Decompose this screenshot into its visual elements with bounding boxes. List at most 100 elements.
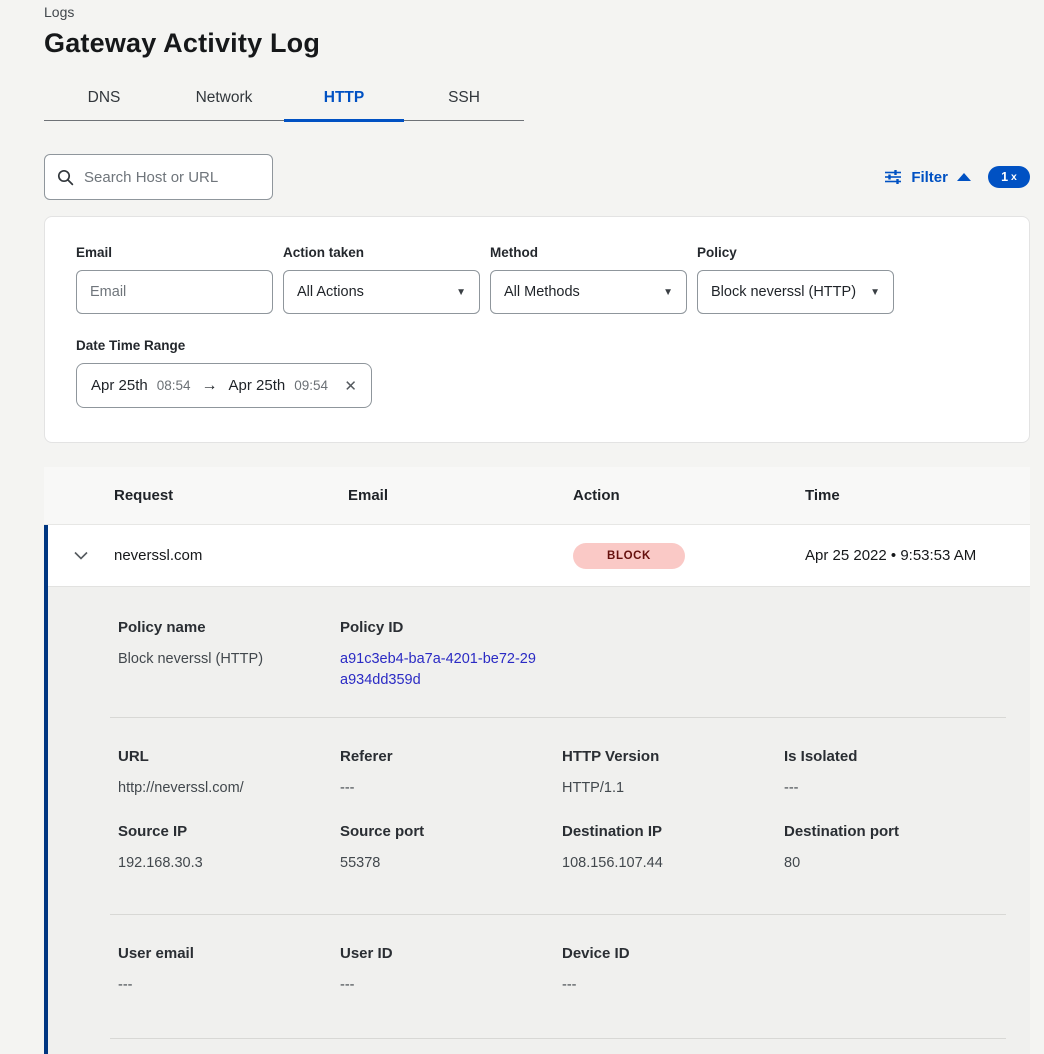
block-status-badge: BLOCK [573, 543, 685, 569]
user-id-value: --- [340, 975, 562, 996]
policy-filter-field: Policy Block neverssl (HTTP) ▼ [697, 245, 894, 314]
column-header-email: Email [348, 487, 573, 504]
expanded-log-entry: neverssl.com BLOCK Apr 25 2022 • 9:53:53… [44, 525, 1030, 1054]
http-version-value: HTTP/1.1 [562, 778, 784, 799]
clear-filters-icon[interactable]: x [1011, 171, 1017, 183]
device-id-cell: Device ID --- [562, 945, 784, 996]
destination-ip-value: 108.156.107.44 [562, 853, 784, 874]
url-value: http://neverssl.com/ [118, 778, 340, 799]
destination-port-label: Destination port [784, 823, 1006, 840]
source-ip-cell: Source IP 192.168.30.3 [118, 823, 340, 874]
user-section: User email --- User ID --- Device ID --- [118, 915, 1006, 1038]
policy-name-cell: Policy name Block neverssl (HTTP) [118, 619, 340, 691]
chevron-down-icon [74, 551, 88, 560]
source-port-value: 55378 [340, 853, 562, 874]
email-filter-field: Email [76, 245, 273, 314]
range-arrow-icon: → [200, 377, 220, 395]
policy-filter-value: Block neverssl (HTTP) [711, 284, 856, 300]
source-ip-value: 192.168.30.3 [118, 853, 340, 874]
destination-port-value: 80 [784, 853, 1006, 874]
page-title: Gateway Activity Log [44, 28, 1030, 59]
email-filter-label: Email [76, 245, 273, 260]
row-action: BLOCK [573, 543, 805, 569]
action-filter-select[interactable]: All Actions ▼ [283, 270, 480, 314]
source-port-cell: Source port 55378 [340, 823, 562, 874]
search-icon [57, 169, 74, 186]
http-version-cell: HTTP Version HTTP/1.1 [562, 748, 784, 799]
destination-port-cell: Destination port 80 [784, 823, 1006, 874]
tab-dns[interactable]: DNS [44, 81, 164, 120]
row-expand-toggle[interactable] [48, 551, 114, 560]
policy-filter-label: Policy [697, 245, 894, 260]
url-label: URL [118, 748, 340, 765]
method-filter-field: Method All Methods ▼ [490, 245, 687, 314]
start-date: Apr 25th [91, 377, 148, 394]
toolbar: Filter 1 x [44, 154, 1030, 200]
referer-value: --- [340, 778, 562, 799]
column-header-action: Action [573, 487, 805, 504]
is-isolated-value: --- [784, 778, 1006, 799]
policy-id-link[interactable]: a91c3eb4-ba7a-4201-be72-29a934dd359d [340, 649, 536, 691]
clear-date-range-icon[interactable]: ✕ [344, 377, 357, 395]
policy-name-value: Block neverssl (HTTP) [118, 649, 340, 670]
is-isolated-label: Is Isolated [784, 748, 1006, 765]
referer-label: Referer [340, 748, 562, 765]
policy-section: Policy name Block neverssl (HTTP) Policy… [118, 619, 1006, 717]
policy-filter-select[interactable]: Block neverssl (HTTP) ▼ [697, 270, 894, 314]
http-section: URL http://neverssl.com/ Referer --- HTT… [118, 718, 1006, 914]
log-type-tabs: DNS Network HTTP SSH [44, 81, 524, 121]
end-time: 09:54 [294, 378, 328, 393]
breadcrumb[interactable]: Logs [44, 0, 1030, 20]
url-cell: URL http://neverssl.com/ [118, 748, 340, 799]
source-port-label: Source port [340, 823, 562, 840]
column-header-time: Time [805, 487, 1030, 504]
log-entry-details: Policy name Block neverssl (HTTP) Policy… [48, 587, 1030, 1054]
date-range-label: Date Time Range [76, 338, 999, 353]
search-box[interactable] [44, 154, 273, 200]
activity-log-table: Request Email Action Time neverssl.com B… [44, 467, 1030, 1054]
tab-ssh[interactable]: SSH [404, 81, 524, 120]
user-email-label: User email [118, 945, 340, 962]
filter-panel: Email Action taken All Actions ▼ Method … [44, 216, 1030, 443]
chevron-down-icon: ▼ [870, 287, 880, 298]
email-filter-input[interactable] [76, 270, 273, 314]
search-input[interactable] [84, 169, 260, 186]
active-filter-count-badge[interactable]: 1 x [988, 166, 1030, 188]
row-request: neverssl.com [114, 547, 348, 564]
action-filter-value: All Actions [297, 284, 364, 300]
http-version-label: HTTP Version [562, 748, 784, 765]
filter-sliders-icon [884, 169, 902, 185]
action-filter-label: Action taken [283, 245, 480, 260]
method-filter-select[interactable]: All Methods ▼ [490, 270, 687, 314]
chevron-down-icon: ▼ [456, 287, 466, 298]
user-id-label: User ID [340, 945, 562, 962]
is-isolated-cell: Is Isolated --- [784, 748, 1006, 799]
table-row[interactable]: neverssl.com BLOCK Apr 25 2022 • 9:53:53… [48, 525, 1030, 587]
filter-label: Filter [911, 169, 948, 186]
referer-cell: Referer --- [340, 748, 562, 799]
method-filter-value: All Methods [504, 284, 580, 300]
tab-network[interactable]: Network [164, 81, 284, 120]
date-range-picker[interactable]: Apr 25th 08:54 → Apr 25th 09:54 ✕ [76, 363, 372, 408]
destination-ip-cell: Destination IP 108.156.107.44 [562, 823, 784, 874]
start-time: 08:54 [157, 378, 191, 393]
filter-toggle[interactable]: Filter 1 x [884, 166, 1030, 188]
row-time: Apr 25 2022 • 9:53:53 AM [805, 547, 1030, 564]
device-id-label: Device ID [562, 945, 784, 962]
gateway-activity-log-page: Logs Gateway Activity Log DNS Network HT… [0, 0, 1044, 1054]
tab-http[interactable]: HTTP [284, 81, 404, 120]
policy-id-cell: Policy ID a91c3eb4-ba7a-4201-be72-29a934… [340, 619, 562, 691]
end-date: Apr 25th [229, 377, 286, 394]
filter-count: 1 [1001, 170, 1008, 184]
collapse-caret-icon [957, 173, 971, 181]
column-header-request: Request [114, 487, 348, 504]
table-header: Request Email Action Time [44, 467, 1030, 525]
action-filter-field: Action taken All Actions ▼ [283, 245, 480, 314]
method-filter-label: Method [490, 245, 687, 260]
user-id-cell: User ID --- [340, 945, 562, 996]
policy-name-label: Policy name [118, 619, 340, 636]
source-ip-label: Source IP [118, 823, 340, 840]
user-email-value: --- [118, 975, 340, 996]
device-id-value: --- [562, 975, 784, 996]
radar-link-row: View domain details in Radar → [110, 1039, 1006, 1054]
